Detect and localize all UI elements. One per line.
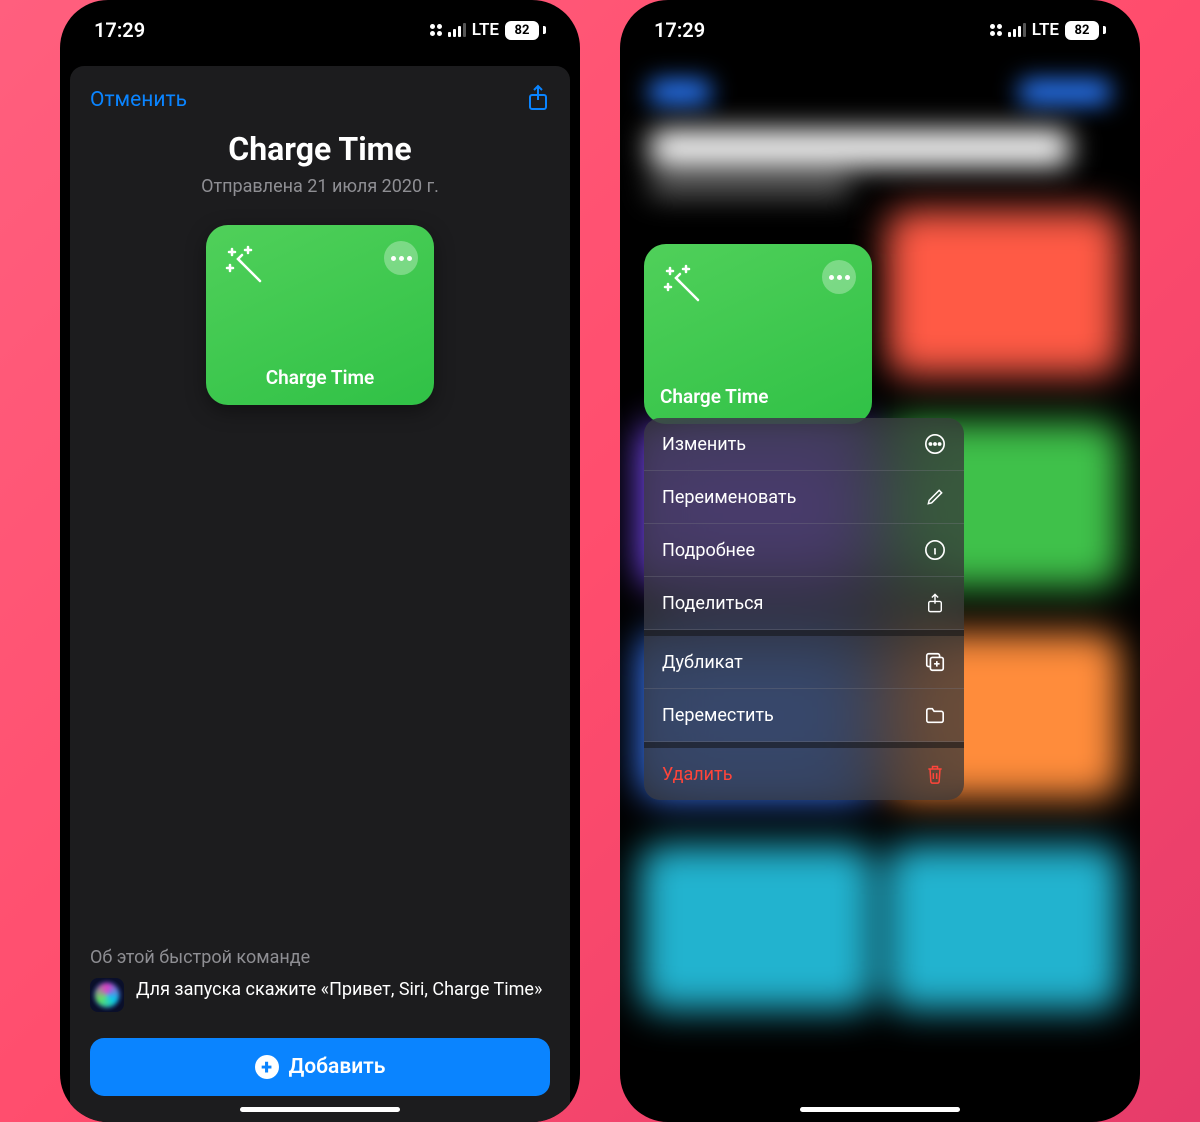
context-menu-item[interactable]: Поделиться (644, 577, 964, 630)
dual-sim-icon (430, 24, 442, 36)
status-time: 17:29 (94, 18, 145, 42)
phone-right: 17:29 LTE 82 Charge Time (620, 0, 1140, 1122)
context-menu-label: Удалить (662, 764, 732, 785)
context-menu-item[interactable]: Удалить (644, 742, 964, 800)
context-menu-label: Подробнее (662, 540, 755, 561)
siri-icon (90, 978, 124, 1012)
add-button-label: Добавить (289, 1055, 386, 1079)
status-right: LTE 82 (430, 20, 546, 40)
cancel-button[interactable]: Отменить (90, 88, 187, 112)
sheet-title: Charge Time (90, 130, 550, 168)
siri-hint-row: Для запуска скажите «Привет, Siri, Charg… (90, 978, 550, 1012)
wand-icon (660, 260, 700, 300)
phone-left: 17:29 LTE 82 Отменить Charge Time Отправ… (60, 0, 580, 1122)
folder-icon (924, 704, 946, 726)
siri-hint-text: Для запуска скажите «Привет, Siri, Charg… (136, 978, 542, 1002)
home-indicator[interactable] (240, 1107, 400, 1112)
context-menu-item[interactable]: Переместить (644, 689, 964, 742)
context-menu-label: Дубликат (662, 652, 743, 673)
trash-icon (924, 763, 946, 785)
more-circle-icon (924, 433, 946, 455)
context-menu: Изменить Переименовать Подробнее Поделиться… (644, 418, 964, 800)
plus-icon: + (255, 1055, 279, 1079)
context-menu-item[interactable]: Переименовать (644, 471, 964, 524)
tile-more-button[interactable] (822, 260, 856, 294)
about-heading: Об этой быстрой команде (90, 947, 550, 968)
shortcut-tile[interactable]: Charge Time (644, 244, 872, 424)
share-button[interactable] (526, 84, 550, 116)
add-button[interactable]: + Добавить (90, 1038, 550, 1096)
signal-icon (448, 23, 466, 37)
context-menu-label: Поделиться (662, 593, 763, 614)
duplicate-icon (924, 651, 946, 673)
shortcut-tile[interactable]: Charge Time (206, 225, 434, 405)
status-bar: 17:29 LTE 82 (60, 0, 580, 52)
shortcut-sheet: Отменить Charge Time Отправлена 21 июля … (70, 66, 570, 1122)
info-icon (924, 539, 946, 561)
context-menu-item[interactable]: Изменить (644, 418, 964, 471)
context-menu-label: Изменить (662, 434, 746, 455)
tile-label: Charge Time (660, 385, 856, 408)
context-menu-label: Переместить (662, 705, 774, 726)
sheet-subtitle: Отправлена 21 июля 2020 г. (90, 176, 550, 197)
context-menu-item[interactable]: Дубликат (644, 630, 964, 689)
tile-label: Charge Time (222, 366, 418, 389)
tile-more-button[interactable] (384, 241, 418, 275)
battery-icon: 82 (505, 21, 539, 40)
context-menu-item[interactable]: Подробнее (644, 524, 964, 577)
network-label: LTE (472, 20, 499, 40)
home-indicator[interactable] (800, 1107, 960, 1112)
share-icon (924, 592, 946, 614)
wand-icon (222, 241, 262, 281)
context-menu-label: Переименовать (662, 487, 796, 508)
pencil-icon (924, 486, 946, 508)
